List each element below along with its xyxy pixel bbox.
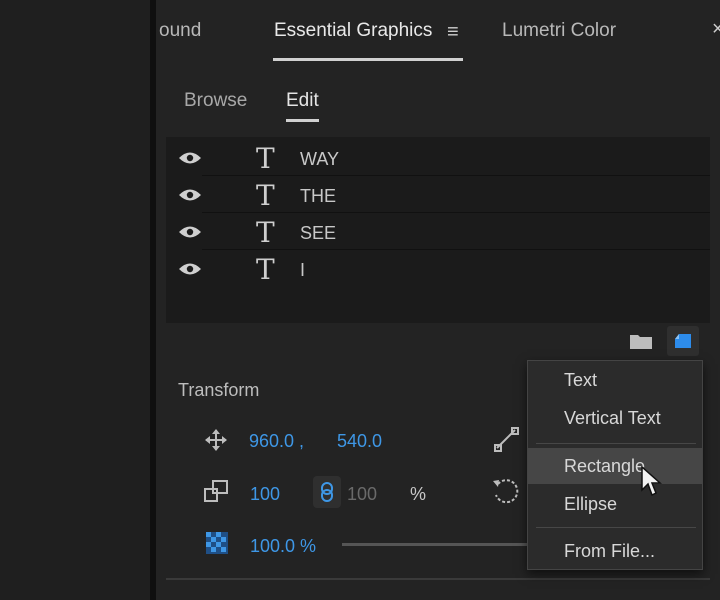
- menu-item-rectangle[interactable]: Rectangle: [528, 448, 702, 484]
- eye-icon[interactable]: [178, 225, 202, 239]
- position-x-value[interactable]: 960.0 ,: [249, 431, 304, 452]
- scale-link-button[interactable]: [313, 476, 341, 508]
- opacity-value[interactable]: 100.0 %: [250, 536, 316, 557]
- menu-item-ellipse[interactable]: Ellipse: [528, 486, 702, 522]
- layer-row[interactable]: T SEE: [166, 213, 710, 250]
- scale-height-value: 100: [347, 484, 378, 504]
- menu-item-vertical-text[interactable]: Vertical Text: [528, 400, 702, 436]
- text-layer-icon: T: [256, 216, 275, 249]
- rotation-icon[interactable]: [490, 476, 520, 506]
- mouse-cursor-icon: [641, 466, 662, 497]
- eye-icon[interactable]: [178, 151, 202, 165]
- new-layer-menu: Text Vertical Text Rectangle Ellipse Fro…: [527, 360, 703, 570]
- layers-list: T WAY T THE T SEE T I: [166, 137, 710, 323]
- new-layer-button[interactable]: [667, 326, 699, 356]
- folder-icon[interactable]: [629, 332, 653, 350]
- opacity-checker-icon: [206, 532, 228, 554]
- layer-name: SEE: [300, 223, 337, 243]
- opacity-slider[interactable]: [342, 543, 532, 546]
- new-layer-icon: [675, 334, 691, 348]
- layer-row[interactable]: T I: [166, 250, 710, 287]
- tab-browse[interactable]: Browse: [184, 90, 247, 112]
- hamburger-icon[interactable]: ≡: [447, 21, 459, 44]
- section-divider: [166, 578, 710, 580]
- chain-link-icon: [321, 482, 333, 502]
- left-panel: [0, 0, 150, 600]
- scale-icon: [204, 480, 228, 502]
- layer-row[interactable]: T WAY: [166, 139, 710, 176]
- active-tab-indicator: [273, 58, 463, 61]
- transform-title: Transform: [178, 380, 260, 400]
- tab-essential-graphics[interactable]: Essential Graphics: [274, 20, 432, 42]
- menu-separator: [536, 443, 696, 444]
- layer-row[interactable]: T THE: [166, 176, 710, 213]
- close-icon[interactable]: ×: [712, 18, 720, 41]
- menu-item-from-file[interactable]: From File...: [528, 533, 702, 569]
- layer-name: THE: [300, 186, 336, 206]
- tab-edit[interactable]: Edit: [286, 90, 319, 112]
- edit-tab-indicator: [286, 119, 319, 122]
- position-y-value[interactable]: 540.0: [337, 431, 382, 452]
- eye-icon[interactable]: [178, 262, 202, 276]
- panel-tab-bar: ound Essential Graphics ≡ Lumetri Color …: [156, 0, 720, 62]
- layer-name: I: [300, 260, 306, 280]
- layer-name: WAY: [300, 149, 339, 169]
- text-layer-icon: T: [256, 253, 275, 286]
- eye-icon[interactable]: [178, 188, 202, 202]
- text-layer-icon: T: [256, 179, 275, 212]
- scale-unit: %: [410, 484, 427, 504]
- tab-sound[interactable]: ound: [159, 20, 201, 42]
- text-layer-icon: T: [256, 142, 275, 175]
- position-icon: [205, 429, 227, 451]
- anchor-point-icon[interactable]: [493, 426, 519, 452]
- scale-value[interactable]: 100: [250, 484, 280, 505]
- menu-item-text[interactable]: Text: [528, 362, 702, 398]
- menu-separator: [536, 527, 696, 528]
- tab-lumetri-color[interactable]: Lumetri Color: [502, 20, 616, 42]
